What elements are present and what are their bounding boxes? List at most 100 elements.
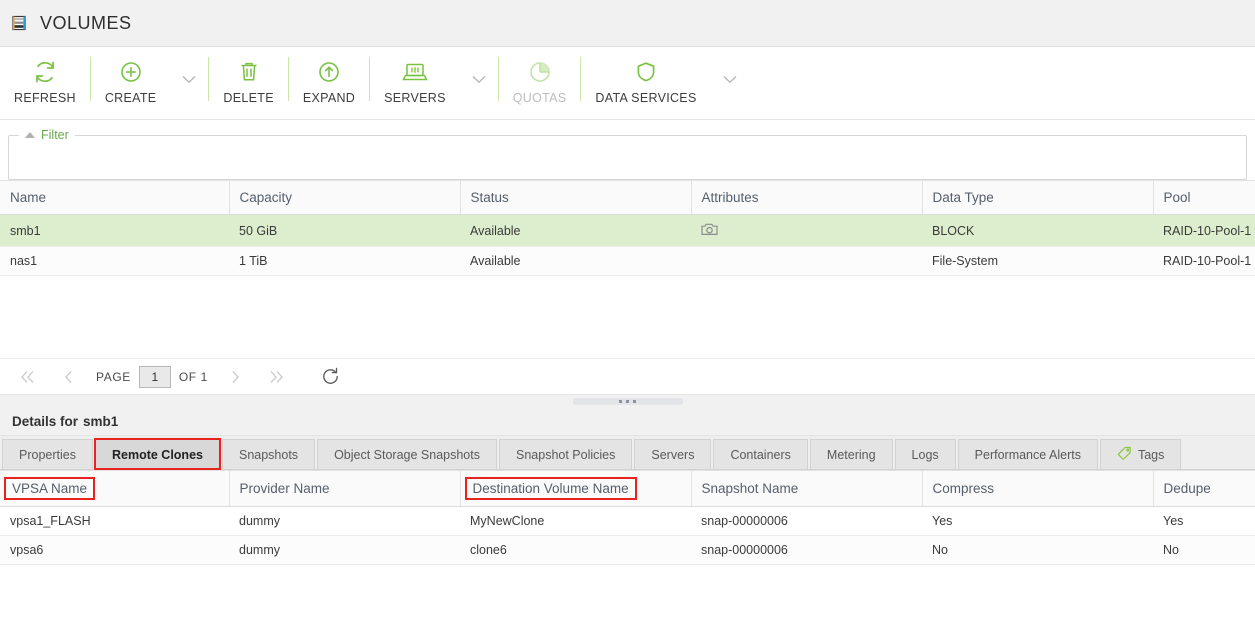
details-title-prefix: Details for [12, 414, 78, 429]
toolbar-delete-label: DELETE [223, 91, 273, 105]
toolbar-create-button[interactable]: CREATE [91, 53, 171, 105]
toolbar-quotas-label: QUOTAS [513, 91, 567, 105]
cell-attributes [691, 247, 922, 276]
remote-clones-table: VPSA Name Provider Name Destination Volu… [0, 470, 1255, 565]
column-header-pool[interactable]: Pool [1153, 181, 1255, 215]
prev-page-button[interactable] [48, 363, 88, 391]
triangle-up-icon[interactable] [25, 132, 35, 138]
details-header: Details for smb1 [0, 408, 1255, 436]
remote-clones-header-row: VPSA Name Provider Name Destination Volu… [0, 471, 1255, 507]
shield-icon [635, 57, 657, 87]
table-list-icon [10, 14, 28, 32]
cell-provider-name: dummy [229, 536, 460, 565]
double-chevron-left-icon [20, 370, 36, 384]
pie-chart-icon [528, 57, 552, 87]
tab-metering[interactable]: Metering [810, 439, 893, 469]
column-header-destination-volume-name-label: Destination Volume Name [465, 477, 637, 500]
panel-splitter[interactable] [0, 394, 1255, 408]
column-header-attributes[interactable]: Attributes [691, 181, 922, 215]
tab-tags-label: Tags [1138, 448, 1164, 462]
toolbar-delete-button[interactable]: DELETE [209, 53, 287, 105]
table-row[interactable]: vpsa1_FLASH dummy MyNewClone snap-000000… [0, 507, 1255, 536]
tab-containers[interactable]: Containers [713, 439, 807, 469]
grid-refresh-button[interactable] [318, 364, 344, 390]
tab-remote-clones-label: Remote Clones [112, 448, 203, 462]
column-header-dedupe[interactable]: Dedupe [1153, 471, 1255, 507]
column-header-name[interactable]: Name [0, 181, 229, 215]
volumes-grid: Name Capacity Status Attributes Data Typ… [0, 180, 1255, 358]
refresh-icon [33, 57, 57, 87]
column-header-vpsa-name[interactable]: VPSA Name [0, 471, 229, 507]
column-header-vpsa-name-label: VPSA Name [4, 477, 95, 500]
column-header-status[interactable]: Status [460, 181, 691, 215]
double-chevron-right-icon [268, 370, 284, 384]
toolbar-expand-button[interactable]: EXPAND [289, 53, 369, 105]
cell-attributes [691, 215, 922, 247]
tab-properties-label: Properties [19, 448, 76, 462]
tab-snapshots[interactable]: Snapshots [222, 439, 315, 469]
table-row[interactable]: vpsa6 dummy clone6 snap-00000006 No No [0, 536, 1255, 565]
cell-vpsa-name: vpsa6 [0, 536, 229, 565]
cell-status: Available [460, 247, 691, 276]
column-header-capacity[interactable]: Capacity [229, 181, 460, 215]
column-header-snapshot-name[interactable]: Snapshot Name [691, 471, 922, 507]
server-laptop-icon [401, 57, 429, 87]
toolbar-quotas-button[interactable]: QUOTAS [499, 53, 581, 105]
tab-performance-alerts[interactable]: Performance Alerts [958, 439, 1098, 469]
cell-pool: RAID-10-Pool-1 [1153, 215, 1255, 247]
drag-grip-icon[interactable] [573, 398, 683, 405]
filter-legend[interactable]: Filter [19, 128, 75, 142]
column-header-provider-name[interactable]: Provider Name [229, 471, 460, 507]
last-page-button[interactable] [256, 363, 296, 391]
filter-panel: Filter [0, 120, 1255, 180]
page-header: VOLUMES [0, 0, 1255, 47]
first-page-button[interactable] [8, 363, 48, 391]
table-row[interactable]: smb1 50 GiB Available BLOCK RAID-10-Pool… [0, 215, 1255, 247]
chevron-down-icon [723, 75, 737, 84]
toolbar-data-services-dropdown[interactable] [711, 75, 749, 84]
page-label: PAGE [88, 370, 139, 384]
toolbar-create-dropdown[interactable] [170, 75, 208, 84]
cell-capacity: 1 TiB [229, 247, 460, 276]
tab-properties[interactable]: Properties [2, 439, 93, 469]
pagination-bar: PAGE OF 1 [0, 358, 1255, 394]
tab-snapshot-policies[interactable]: Snapshot Policies [499, 439, 632, 469]
chevron-down-icon [472, 75, 486, 84]
toolbar-expand-label: EXPAND [303, 91, 355, 105]
tab-servers-label: Servers [651, 448, 694, 462]
tab-object-storage-snapshots-label: Object Storage Snapshots [334, 448, 480, 462]
filter-legend-label: Filter [41, 128, 69, 142]
column-header-destination-volume-name[interactable]: Destination Volume Name [460, 471, 691, 507]
tab-logs-label: Logs [912, 448, 939, 462]
tab-tags[interactable]: Tags [1100, 439, 1181, 469]
details-tabs: Properties Remote Clones Snapshots Objec… [0, 436, 1255, 470]
cell-capacity: 50 GiB [229, 215, 460, 247]
toolbar-refresh-label: REFRESH [14, 91, 76, 105]
page-number-input[interactable] [139, 366, 171, 388]
tab-object-storage-snapshots[interactable]: Object Storage Snapshots [317, 439, 497, 469]
toolbar-refresh-button[interactable]: REFRESH [0, 53, 90, 105]
tab-servers[interactable]: Servers [634, 439, 711, 469]
cell-destination-volume-name: MyNewClone [460, 507, 691, 536]
details-title-target: smb1 [83, 414, 118, 429]
tab-remote-clones[interactable]: Remote Clones [95, 439, 220, 469]
cell-snapshot-name: snap-00000006 [691, 536, 922, 565]
chevron-down-icon [182, 75, 196, 84]
volumes-header-row: Name Capacity Status Attributes Data Typ… [0, 181, 1255, 215]
tab-logs[interactable]: Logs [895, 439, 956, 469]
cell-compress: No [922, 536, 1153, 565]
toolbar-data-services-button[interactable]: DATA SERVICES [581, 53, 710, 105]
tab-performance-alerts-label: Performance Alerts [975, 448, 1081, 462]
next-page-button[interactable] [216, 363, 256, 391]
cell-status: Available [460, 215, 691, 247]
toolbar-servers-dropdown[interactable] [460, 75, 498, 84]
cell-destination-volume-name: clone6 [460, 536, 691, 565]
column-header-data-type[interactable]: Data Type [922, 181, 1153, 215]
chevron-left-icon [63, 370, 74, 384]
table-row[interactable]: nas1 1 TiB Available File-System RAID-10… [0, 247, 1255, 276]
toolbar-servers-label: SERVERS [384, 91, 446, 105]
cell-vpsa-name: vpsa1_FLASH [0, 507, 229, 536]
toolbar-servers-button[interactable]: SERVERS [370, 53, 460, 105]
cell-snapshot-name: snap-00000006 [691, 507, 922, 536]
column-header-compress[interactable]: Compress [922, 471, 1153, 507]
